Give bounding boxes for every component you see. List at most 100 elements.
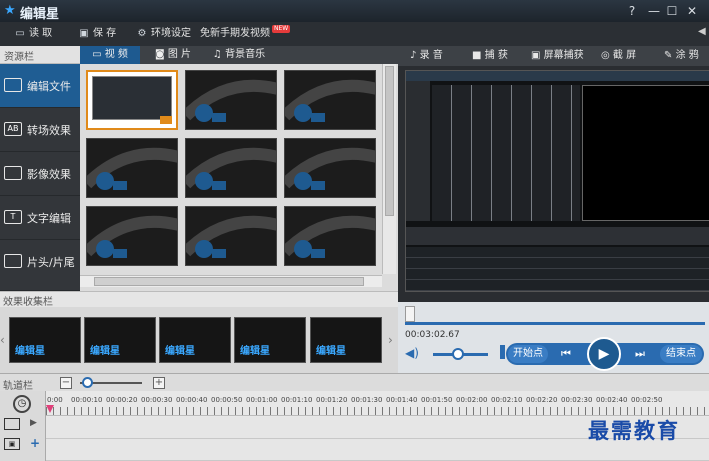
media-grid — [86, 70, 378, 266]
preview-screen — [405, 70, 709, 292]
publish-video-link[interactable]: 免新手期发视频 — [200, 26, 270, 42]
media-thumb[interactable] — [86, 70, 178, 130]
rewind-icon[interactable]: ⏮ — [561, 347, 571, 361]
close-button[interactable]: ✕ — [684, 3, 700, 19]
sidebar-item-label: 文字编辑 — [27, 212, 71, 225]
add-track-icon[interactable]: + — [30, 436, 40, 450]
volume-icon[interactable]: ◀) — [405, 346, 419, 360]
tab-video[interactable]: ▭ 视 频 — [80, 46, 140, 64]
play-button[interactable]: ▶ — [587, 337, 621, 371]
chevron-left-icon[interactable]: ‹ — [0, 333, 5, 347]
sidebar-item-image-effect[interactable]: 影像效果 — [0, 152, 80, 196]
sidebar-item-label: 影像效果 — [27, 168, 71, 181]
screenshot-button[interactable]: ◎ 截 屏 — [601, 49, 636, 63]
sidebar-item-transition[interactable]: AB 转场效果 — [0, 108, 80, 152]
effect-item[interactable]: 编辑星 — [9, 317, 81, 363]
photo-icon: ◙ — [154, 49, 168, 60]
media-thumb[interactable] — [185, 70, 277, 130]
tick-label: 00:01:50 — [421, 396, 453, 404]
media-tabs: ▭ 视 频 ◙ 图 片 ♫ 背景音乐 — [80, 46, 398, 64]
minimize-button[interactable]: — — [646, 3, 662, 19]
film-reel-icon — [186, 147, 276, 190]
effect-item[interactable]: 编辑星 — [84, 317, 156, 363]
side-arrow-icon[interactable]: ◀ — [698, 26, 706, 37]
transition-icon: AB — [4, 122, 22, 136]
mute-indicator — [500, 345, 505, 359]
sidebar-item-edit-file[interactable]: 编辑文件 — [0, 64, 80, 108]
media-thumb[interactable] — [86, 138, 178, 198]
volume-handle[interactable] — [452, 348, 464, 360]
sidebar-title: 资源栏 — [0, 46, 80, 64]
preview-inner-timeline — [406, 247, 709, 291]
media-thumb[interactable] — [185, 138, 277, 198]
new-badge: NEW — [272, 25, 291, 33]
settings-label: 环境设定 — [151, 28, 191, 39]
effects-strip: ‹ 编辑星 编辑星 编辑星 编辑星 编辑星 › — [0, 307, 398, 373]
timeline-header: 轨道栏 − + — [0, 373, 709, 392]
media-thumb[interactable] — [284, 70, 376, 130]
doodle-button[interactable]: ✎ 涂 鸦 — [664, 49, 699, 63]
media-vertical-scrollbar[interactable] — [382, 64, 396, 274]
tab-image[interactable]: ◙ 图 片 — [142, 46, 204, 64]
tick-label: 00:01:40 — [386, 396, 418, 404]
settings-button[interactable]: ⚙ 环境设定 — [136, 26, 191, 42]
preview-inner-titlebar — [406, 71, 709, 81]
title-bar: ★ 编辑星 ? — ☐ ✕ — [0, 0, 709, 22]
screen-capture-icon: ▣ — [531, 50, 544, 61]
effect-item[interactable]: 编辑星 — [159, 317, 231, 363]
film-reel-icon — [285, 147, 375, 190]
zoom-in-button[interactable]: + — [153, 377, 165, 389]
seek-bar[interactable] — [405, 322, 705, 325]
effect-item[interactable]: 编辑星 — [310, 317, 382, 363]
screenshot-icon: ◎ — [601, 50, 613, 61]
scroll-thumb[interactable] — [385, 66, 394, 216]
video-track-icon — [4, 418, 20, 430]
text-edit-icon: T — [4, 210, 22, 224]
media-thumb[interactable] — [86, 206, 178, 266]
media-thumb[interactable] — [185, 206, 277, 266]
record-audio-button[interactable]: ♪ 录 音 — [410, 49, 443, 63]
app-logo-icon: ★ — [4, 3, 16, 18]
save-icon: ▣ — [79, 28, 89, 39]
clock-icon[interactable]: ◷ — [13, 395, 31, 413]
ruler-ticks — [46, 407, 709, 415]
sidebar-item-label: 编辑文件 — [27, 80, 71, 93]
timeline-ruler: 0:00 00:00:10 00:00:20 00:00:30 00:00:40… — [46, 391, 709, 416]
screen-capture-button[interactable]: ▣ 屏幕捕获 — [531, 49, 584, 63]
screen-capture-label: 屏幕捕获 — [543, 50, 584, 61]
media-thumb[interactable] — [284, 138, 376, 198]
effect-item[interactable]: 编辑星 — [234, 317, 306, 363]
film-reel-icon — [285, 79, 375, 122]
zoom-out-button[interactable]: − — [60, 377, 72, 389]
tick-label: 00:02:00 — [456, 396, 488, 404]
zoom-handle[interactable] — [82, 377, 93, 388]
tab-image-label: 图 片 — [167, 49, 192, 60]
capture-button[interactable]: ■ 捕 获 — [472, 49, 508, 63]
start-point-button[interactable]: 开始点 — [508, 345, 548, 363]
chevron-right-icon[interactable]: › — [388, 333, 393, 347]
main-toolbar: ▭ 读 取 ▣ 保 存 ⚙ 环境设定 免新手期发视频 NEW ◀ — [0, 22, 709, 46]
sidebar-item-intro-outro[interactable]: 片头/片尾 — [0, 240, 80, 291]
open-button[interactable]: ▭ 读 取 — [14, 26, 52, 42]
help-button[interactable]: ? — [624, 3, 640, 19]
effects-title: 效果收集栏 — [0, 291, 398, 308]
expand-arrow-icon[interactable]: ▶ — [30, 418, 37, 428]
playhead-marker[interactable] — [46, 405, 54, 413]
track-controls: ◷ ▶ ▣ + — [0, 391, 46, 461]
fast-forward-icon[interactable]: ⏭ — [635, 347, 645, 361]
tick-label: 0:00 — [47, 396, 63, 404]
tab-music[interactable]: ♫ 背景音乐 — [206, 46, 272, 64]
effect-logo: 编辑星 — [90, 346, 120, 357]
save-button[interactable]: ▣ 保 存 — [78, 26, 116, 42]
media-horizontal-scrollbar[interactable] — [80, 275, 382, 287]
media-thumb[interactable] — [284, 206, 376, 266]
scroll-thumb[interactable] — [94, 277, 364, 286]
tick-label: 00:00:30 — [141, 396, 173, 404]
seek-handle[interactable] — [405, 306, 415, 322]
tick-label: 00:02:40 — [596, 396, 628, 404]
microphone-icon: ♪ — [410, 50, 420, 61]
sidebar-item-text-edit[interactable]: T 文字编辑 — [0, 196, 80, 240]
end-point-button[interactable]: 结束点 — [660, 345, 702, 363]
edit-file-icon — [4, 78, 22, 92]
maximize-button[interactable]: ☐ — [664, 3, 680, 19]
